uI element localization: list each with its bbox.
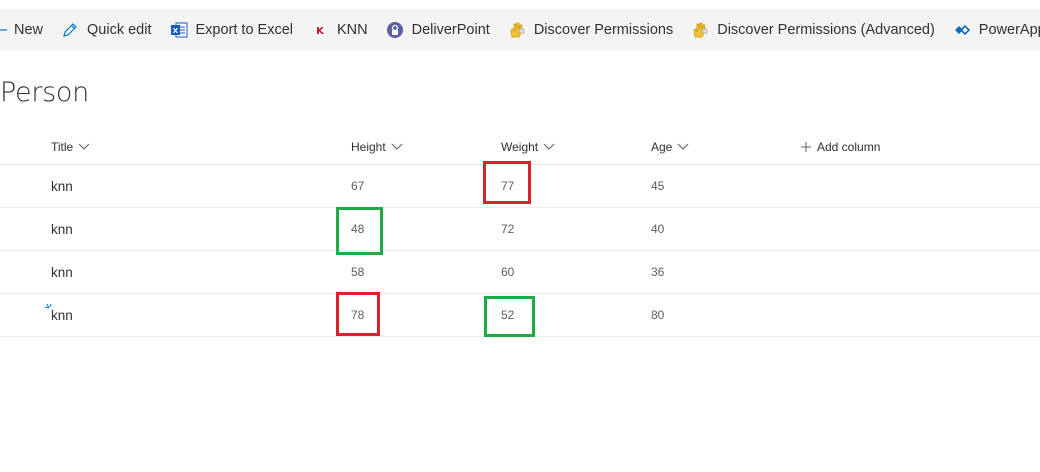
hand-icon — [691, 21, 709, 39]
svg-text:K: K — [316, 26, 325, 37]
column-header-label: Title — [51, 140, 74, 154]
new-label: New — [14, 22, 44, 38]
title-cell[interactable]: knn — [51, 308, 73, 323]
knn-icon: K — [311, 21, 329, 39]
svg-text:X: X — [172, 27, 178, 35]
age-cell: 36 — [651, 265, 665, 279]
excel-icon: X — [170, 21, 188, 39]
chevron-down-icon — [543, 139, 555, 153]
weight-cell: 72 — [501, 222, 515, 236]
highlight-box-red — [336, 292, 380, 336]
highlight-box-red — [483, 161, 531, 204]
column-header-height[interactable]: Height — [351, 140, 403, 154]
page-title: Person — [0, 77, 89, 108]
age-cell: 80 — [651, 308, 665, 322]
quick-edit-label: Quick edit — [87, 22, 152, 38]
new-button[interactable]: New — [0, 9, 43, 51]
discover-permissions-button[interactable]: Discover Permissions — [508, 9, 673, 51]
column-header-label: Age — [651, 140, 673, 154]
export-to-excel-button[interactable]: X Export to Excel — [170, 9, 294, 51]
column-header-label: Height — [351, 140, 386, 154]
highlight-box-green — [484, 296, 535, 337]
title-cell[interactable]: knn — [51, 222, 73, 237]
title-cell[interactable]: knn — [51, 265, 73, 280]
add-column-button[interactable]: Add column — [801, 140, 880, 154]
age-cell: 45 — [651, 179, 665, 193]
deliverpoint-button[interactable]: DeliverPoint — [386, 9, 490, 51]
powerapps-label: PowerApps — [978, 22, 1040, 38]
list-row[interactable]: knn 48 72 40 — [0, 208, 1040, 251]
chevron-down-icon — [677, 139, 689, 153]
add-column-label: Add column — [817, 140, 881, 154]
hand-icon — [508, 21, 526, 39]
column-header-age[interactable]: Age — [651, 140, 689, 154]
command-bar: New Quick edit X Export to Excel K KNN D… — [0, 9, 1040, 51]
deliverpoint-icon — [386, 21, 404, 39]
knn-label: KNN — [337, 22, 368, 38]
age-cell: 40 — [651, 222, 665, 236]
column-header-title[interactable]: Title — [51, 140, 90, 154]
discover-permissions-label: Discover Permissions — [533, 22, 674, 38]
list-header: Title Height Weight Age Add column — [0, 130, 1040, 165]
chevron-down-icon — [391, 139, 403, 153]
quick-edit-button[interactable]: Quick edit — [61, 9, 152, 51]
height-cell: 67 — [351, 179, 365, 193]
powerapps-icon — [953, 21, 971, 39]
chevron-down-icon — [78, 139, 90, 153]
export-to-excel-label: Export to Excel — [195, 22, 294, 38]
deliverpoint-label: DeliverPoint — [411, 22, 490, 38]
weight-cell: 60 — [501, 265, 515, 279]
knn-button[interactable]: K KNN — [311, 9, 368, 51]
height-cell: 58 — [351, 265, 365, 279]
pencil-icon — [61, 21, 79, 39]
column-header-weight[interactable]: Weight — [501, 140, 555, 154]
discover-permissions-advanced-button[interactable]: Discover Permissions (Advanced) — [691, 9, 935, 51]
title-cell[interactable]: knn — [51, 179, 73, 194]
highlight-box-green — [336, 207, 383, 255]
discover-permissions-advanced-label: Discover Permissions (Advanced) — [717, 22, 935, 38]
column-header-label: Weight — [501, 140, 539, 154]
list-row[interactable]: knn 58 60 36 — [0, 251, 1040, 294]
plus-icon — [0, 21, 8, 39]
plus-icon — [801, 142, 811, 152]
powerapps-button[interactable]: PowerApps — [953, 9, 1040, 51]
